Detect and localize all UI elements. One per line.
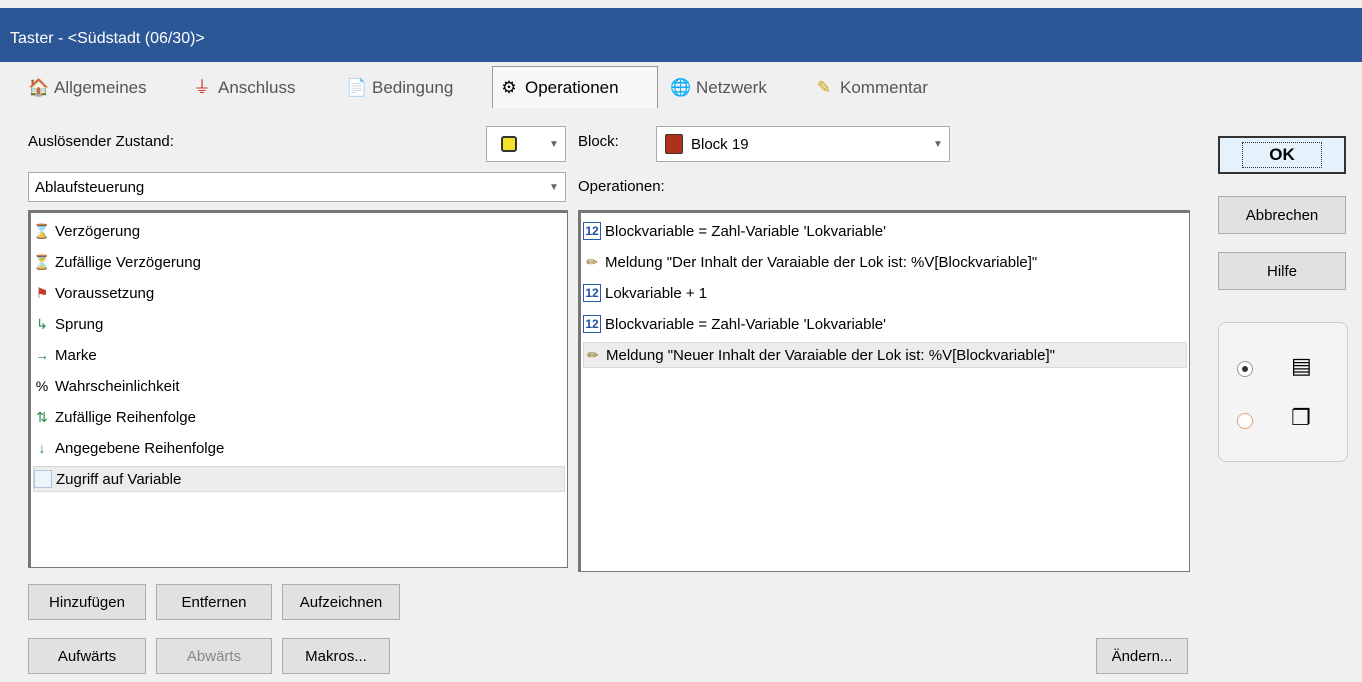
cancel-button[interactable]: Abbrechen <box>1218 196 1346 234</box>
list-item[interactable]: ⏳ Zufällige Verzögerung <box>33 249 201 275</box>
pencil-icon: ✏ <box>587 346 599 363</box>
operations-list[interactable]: 12 Blockvariable = Zahl-Variable 'Lokvari… <box>578 210 1190 572</box>
list-item[interactable]: ⇅ Zufällige Reihenfolge <box>33 404 196 430</box>
number-12-icon: 12 <box>583 314 601 334</box>
record-button[interactable]: Aufzeichnen <box>282 584 400 620</box>
block-combo[interactable]: Block 19 ▼ <box>656 126 950 162</box>
random-order-icon: ⇅ <box>36 408 48 425</box>
tab-kommentar[interactable]: ✎ Kommentar <box>808 70 934 106</box>
general-icon: 🏠 <box>28 78 50 97</box>
trigger-state-label: Auslösender Zustand: <box>28 133 174 150</box>
yellow-signal-icon <box>501 136 517 152</box>
tiles-view-icon: ❐ <box>1291 405 1311 430</box>
comment-icon: ✎ <box>816 78 832 97</box>
signal-icon <box>665 134 683 154</box>
percent-icon: % <box>35 378 49 394</box>
condition-icon: 📄 <box>346 78 368 97</box>
random-delay-icon: ⏳ <box>33 253 51 270</box>
hourglass-icon: ⌛ <box>33 222 51 239</box>
list-item[interactable]: 12 Blockvariable = Zahl-Variable 'Lokvari… <box>583 311 886 337</box>
tab-bedingung[interactable]: 📄 Bedingung <box>340 70 459 106</box>
remove-button[interactable]: Entfernen <box>156 584 272 620</box>
list-item[interactable]: ↳ Sprung <box>33 311 103 337</box>
tab-anschluss[interactable]: ⏚ Anschluss <box>186 70 301 106</box>
operations-icon: ⚙ <box>501 77 517 97</box>
list-item[interactable]: ⚑ Voraussetzung <box>33 280 155 306</box>
list-item[interactable]: 12 Blockvariable = Zahl-Variable 'Lokvari… <box>583 218 886 244</box>
macros-button[interactable]: Makros... <box>282 638 390 674</box>
block-label: Block: <box>578 133 619 150</box>
jump-icon: ↳ <box>36 315 48 332</box>
list-item-selected[interactable]: ✏ Meldung "Neuer Inhalt der Varaiable der… <box>583 342 1187 368</box>
move-up-button[interactable]: Aufwärts <box>28 638 146 674</box>
tiles-view-radio[interactable] <box>1237 413 1253 429</box>
help-button[interactable]: Hilfe <box>1218 252 1346 290</box>
window-title: Taster - <Südstadt (06/30)> <box>10 30 205 47</box>
plug-icon: ⏚ <box>193 78 211 97</box>
view-mode-group: ▤ ❐ <box>1218 322 1348 462</box>
list-item[interactable]: % Wahrscheinlichkeit <box>33 373 180 399</box>
list-view-icon: ▤ <box>1291 353 1312 378</box>
mark-icon: → <box>35 347 49 363</box>
number-12-icon: 12 <box>583 221 601 241</box>
ok-button[interactable]: OK <box>1218 136 1346 174</box>
list-item[interactable]: ⌛ Verzögerung <box>33 218 140 244</box>
move-down-button[interactable]: Abwärts <box>156 638 272 674</box>
given-order-icon: ↓ <box>38 440 46 456</box>
chevron-down-icon: ▼ <box>933 138 943 150</box>
category-combo[interactable]: Ablaufsteuerung ▼ <box>28 172 566 202</box>
action-type-list[interactable]: ⌛ Verzögerung ⏳ Zufällige Verzögerung ⚑ Vor… <box>28 210 568 568</box>
list-item[interactable]: ✏ Meldung "Der Inhalt der Varaiable der L… <box>583 249 1037 275</box>
list-item[interactable]: ↓ Angegebene Reihenfolge <box>33 435 225 461</box>
add-button[interactable]: Hinzufügen <box>28 584 146 620</box>
chevron-down-icon: ▼ <box>549 181 559 193</box>
title-bar: Taster - <Südstadt (06/30)> <box>0 8 1362 62</box>
precondition-icon: ⚑ <box>35 284 49 301</box>
tab-strip: 🏠 Allgemeines ⏚ Anschluss 📄 Bedingung ⚙ … <box>0 62 1362 114</box>
tab-netzwerk[interactable]: 🌐 Netzwerk <box>664 70 773 106</box>
pencil-icon: ✏ <box>586 253 598 270</box>
network-icon: 🌐 <box>670 78 692 97</box>
chevron-down-icon: ▼ <box>549 138 559 150</box>
trigger-state-combo[interactable]: ▼ <box>486 126 566 162</box>
operations-label: Operationen: <box>578 178 665 195</box>
list-item[interactable]: 12 Lokvariable + 1 <box>583 280 707 306</box>
list-view-radio[interactable] <box>1237 361 1253 377</box>
list-item[interactable]: → Marke <box>33 342 97 368</box>
tab-operationen[interactable]: ⚙ Operationen <box>492 66 658 108</box>
list-item-selected[interactable]: Zugriff auf Variable <box>33 466 565 492</box>
variable-icon <box>34 469 52 489</box>
number-12-icon: 12 <box>583 283 601 303</box>
change-button[interactable]: Ändern... <box>1096 638 1188 674</box>
tab-allgemeines[interactable]: 🏠 Allgemeines <box>22 70 153 106</box>
